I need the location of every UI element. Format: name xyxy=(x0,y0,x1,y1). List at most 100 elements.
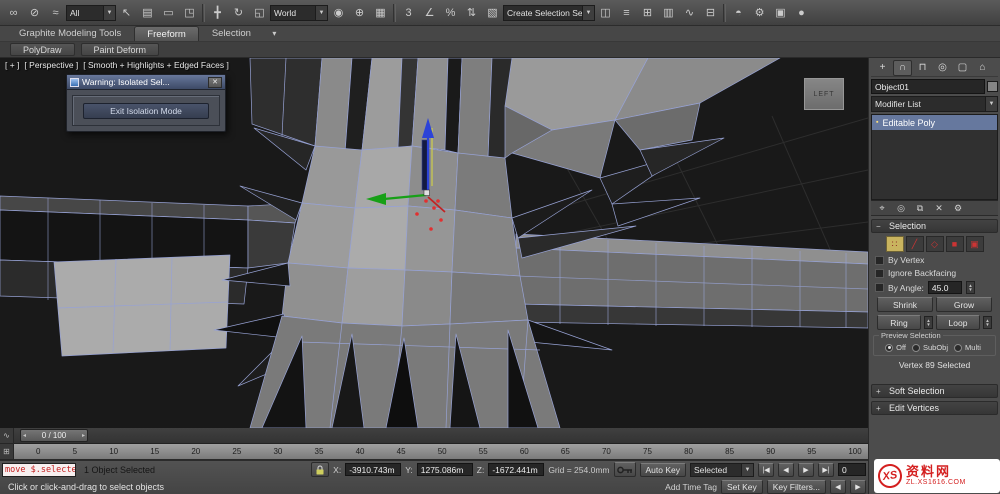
snaps-toggle-icon[interactable]: 3 xyxy=(398,3,419,23)
display-tab-icon[interactable]: ▢ xyxy=(953,60,972,76)
dialog-close-icon[interactable]: ✕ xyxy=(208,76,222,88)
material-editor-icon[interactable]: ◓ xyxy=(728,3,749,23)
edit-named-selection-sets-icon[interactable]: ▧ xyxy=(482,3,503,23)
next-frame-icon[interactable]: ▸ xyxy=(82,432,85,439)
viewport-menu-shading[interactable]: [ Smooth + Highlights + Edged Faces ] xyxy=(83,60,229,70)
object-color-swatch[interactable] xyxy=(987,81,998,92)
play-button[interactable]: ▶ xyxy=(798,462,814,477)
object-name-field[interactable]: Object01 xyxy=(871,79,985,94)
by-vertex-checkbox[interactable] xyxy=(875,255,884,265)
keyboard-shortcut-override-icon[interactable]: ▦ xyxy=(370,3,391,23)
maxscript-mini-listener[interactable]: move $.selecte xyxy=(2,462,76,477)
configure-modifier-sets-icon[interactable]: ⚙ xyxy=(950,201,966,215)
key-selection-dropdown[interactable]: Selected ▼ xyxy=(690,462,754,477)
graphite-ribbon-icon[interactable]: ▥ xyxy=(658,3,679,23)
set-key-button[interactable]: Set Key xyxy=(720,479,763,494)
z-coord-field[interactable]: -1672.441m xyxy=(488,463,545,476)
element-subobject-icon[interactable]: ▣ xyxy=(965,236,984,252)
soft-selection-rollout-header[interactable]: + Soft Selection xyxy=(871,384,998,398)
select-and-link-icon[interactable]: ∞ xyxy=(3,3,24,23)
rendered-frame-window-icon[interactable]: ▣ xyxy=(770,3,791,23)
unlink-selection-icon[interactable]: ⊘ xyxy=(24,3,45,23)
loop-button[interactable]: Loop xyxy=(936,315,980,330)
tab-graphite-modeling-tools[interactable]: Graphite Modeling Tools xyxy=(6,26,134,41)
ring-spinner[interactable]: ▲ ▼ xyxy=(924,316,933,329)
named-selection-dropdown[interactable]: Create Selection Se ▼ xyxy=(503,4,595,21)
selection-filter-dropdown[interactable]: All ▼ xyxy=(66,4,116,21)
time-slider[interactable]: ◂ 0 / 100 ▸ xyxy=(14,428,868,444)
tab-polydraw[interactable]: PolyDraw xyxy=(10,43,75,56)
tab-paint-deform[interactable]: Paint Deform xyxy=(80,43,160,56)
edge-subobject-icon[interactable]: ╱ xyxy=(905,236,924,252)
x-coord-field[interactable]: -3910.743m xyxy=(345,463,402,476)
y-coord-field[interactable]: 1275.086m xyxy=(416,463,473,476)
add-time-tag[interactable]: Add Time Tag xyxy=(665,482,717,492)
modifier-stack[interactable]: ▪ Editable Poly xyxy=(871,114,998,200)
viewport-menu-view[interactable]: [ Perspective ] xyxy=(24,60,78,70)
perspective-viewport[interactable]: [ + ] [ Perspective ] [ Smooth + Highlig… xyxy=(0,58,868,428)
key-filters-button[interactable]: Key Filters... xyxy=(766,479,826,494)
trackbar-mode-button[interactable]: ⊞ xyxy=(0,444,13,460)
by-angle-checkbox[interactable] xyxy=(875,283,884,292)
go-to-end-button[interactable]: ▶| xyxy=(818,462,834,477)
curve-editor-icon[interactable]: ∿ xyxy=(679,3,700,23)
track-bar[interactable]: 0 5 10 15 20 25 30 35 40 45 50 55 60 65 70 75 80 85 90 95 10… xyxy=(14,444,868,460)
stack-item-editable-poly[interactable]: ▪ Editable Poly xyxy=(872,115,997,130)
viewcube[interactable]: LEFT xyxy=(804,78,844,110)
preview-off-radio[interactable] xyxy=(885,343,894,352)
bind-to-space-warp-icon[interactable]: ≈ xyxy=(45,3,66,23)
angle-snap-icon[interactable]: ∠ xyxy=(419,3,440,23)
render-setup-icon[interactable]: ⚙ xyxy=(749,3,770,23)
loop-spinner[interactable]: ▲ ▼ xyxy=(983,316,992,329)
preview-subobj-radio[interactable] xyxy=(912,343,920,352)
select-object-icon[interactable]: ↖ xyxy=(116,3,137,23)
render-production-icon[interactable]: ● xyxy=(791,3,812,23)
grow-button[interactable]: Grow xyxy=(936,297,992,312)
tab-freeform[interactable]: Freeform xyxy=(134,26,199,41)
utilities-tab-icon[interactable]: ⌂ xyxy=(973,60,992,76)
hierarchy-tab-icon[interactable]: ⊓ xyxy=(913,60,932,76)
go-to-start-button[interactable]: |◀ xyxy=(758,462,774,477)
reference-coordinate-dropdown[interactable]: World ▼ xyxy=(270,4,328,21)
remove-modifier-icon[interactable]: ✕ xyxy=(931,201,947,215)
previous-frame-icon[interactable]: ◂ xyxy=(23,432,26,439)
spinner-snap-icon[interactable]: ⇅ xyxy=(461,3,482,23)
select-by-name-icon[interactable]: ▤ xyxy=(137,3,158,23)
percent-snap-icon[interactable]: % xyxy=(440,3,461,23)
ring-button[interactable]: Ring xyxy=(877,315,921,330)
viewport-menu-general[interactable]: [ + ] xyxy=(5,60,19,70)
angle-value-field[interactable]: 45.0 xyxy=(927,281,962,294)
rectangular-selection-region-icon[interactable]: ▭ xyxy=(158,3,179,23)
mirror-icon[interactable]: ◫ xyxy=(595,3,616,23)
window-crossing-icon[interactable]: ◳ xyxy=(179,3,200,23)
exit-isolation-mode-button[interactable]: Exit Isolation Mode xyxy=(83,102,209,119)
current-frame-field[interactable]: 0 xyxy=(838,463,866,476)
dialog-titlebar[interactable]: Warning: Isolated Sel... ✕ xyxy=(67,75,225,90)
create-tab-icon[interactable]: + xyxy=(873,60,892,76)
ribbon-collapse-icon[interactable]: ▾ xyxy=(264,24,285,44)
ignore-backfacing-checkbox[interactable] xyxy=(875,268,884,278)
previous-frame-button[interactable]: ◀ xyxy=(778,462,794,477)
open-mini-curve-editor-button[interactable]: ∿ xyxy=(0,428,13,444)
modifier-list-dropdown[interactable]: Modifier List ▼ xyxy=(871,96,998,112)
align-icon[interactable]: ≡ xyxy=(616,3,637,23)
motion-tab-icon[interactable]: ◎ xyxy=(933,60,952,76)
selection-rollout-header[interactable]: − Selection xyxy=(871,219,998,233)
make-unique-icon[interactable]: ⧉ xyxy=(912,201,928,215)
tab-selection[interactable]: Selection xyxy=(199,26,264,41)
select-and-rotate-icon[interactable]: ↻ xyxy=(228,3,249,23)
auto-key-button[interactable]: Auto Key xyxy=(639,462,686,477)
border-subobject-icon[interactable]: ◇ xyxy=(925,236,944,252)
nav-left-button[interactable]: ◀ xyxy=(830,479,846,494)
shrink-button[interactable]: Shrink xyxy=(877,297,933,312)
schematic-view-icon[interactable]: ⊟ xyxy=(700,3,721,23)
edit-vertices-rollout-header[interactable]: + Edit Vertices xyxy=(871,401,998,415)
time-slider-handle[interactable]: ◂ 0 / 100 ▸ xyxy=(20,429,88,442)
selection-lock-toggle[interactable] xyxy=(311,462,330,477)
vertex-subobject-icon[interactable]: ∷ xyxy=(885,236,904,252)
pin-stack-icon[interactable]: ⌖ xyxy=(874,201,890,215)
preview-multi-radio[interactable] xyxy=(954,343,963,352)
nav-right-button[interactable]: ▶ xyxy=(850,479,866,494)
angle-spinner[interactable]: ▲ ▼ xyxy=(965,281,975,294)
select-and-scale-icon[interactable]: ◱ xyxy=(249,3,270,23)
